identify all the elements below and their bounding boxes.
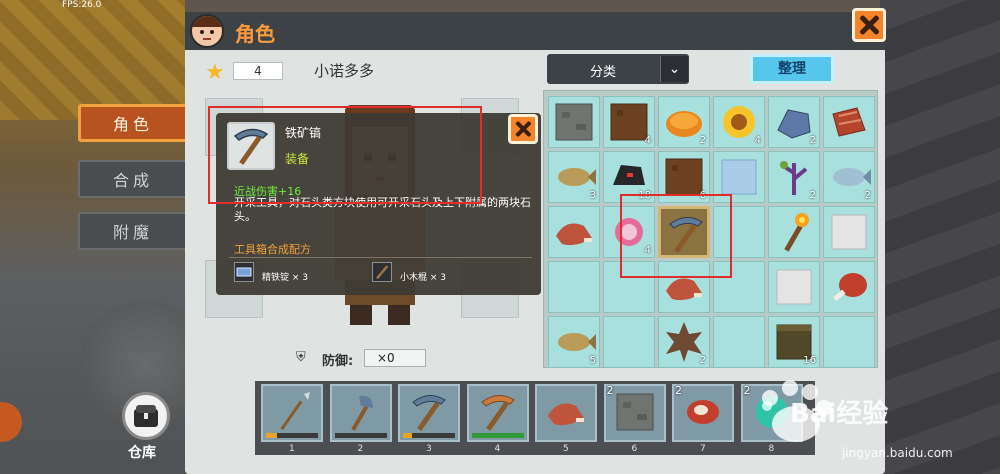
item-count: 16 bbox=[803, 355, 816, 366]
copper-pickaxe-icon bbox=[476, 390, 520, 438]
baidu-watermark: Bai经验 bbox=[790, 399, 889, 429]
warehouse-button[interactable] bbox=[122, 392, 170, 440]
tooltip-divider bbox=[229, 257, 532, 258]
inventory-slot[interactable]: 16 bbox=[768, 316, 820, 368]
white-block-icon bbox=[827, 210, 871, 258]
item-count: 4 bbox=[644, 135, 651, 146]
stone-icon bbox=[613, 390, 657, 438]
item-count: 2 bbox=[699, 135, 706, 146]
item-count: 2 bbox=[809, 135, 816, 146]
inventory-slot[interactable]: 4 bbox=[603, 96, 655, 148]
tooltip-recipe-title: 工具箱合成配方 bbox=[234, 243, 311, 256]
hotbar-slot[interactable] bbox=[535, 384, 597, 442]
inventory-slot[interactable]: 2 bbox=[658, 316, 710, 368]
stick-icon bbox=[372, 262, 392, 282]
inventory-slot[interactable]: 2 bbox=[823, 151, 875, 203]
inventory-slot[interactable] bbox=[548, 206, 600, 258]
tab-enchant[interactable]: 附魔 bbox=[78, 212, 188, 250]
hotbar-slot-number: 4 bbox=[494, 444, 501, 454]
player-level: 4 bbox=[233, 62, 283, 80]
dirt-terrain bbox=[0, 0, 185, 120]
close-button[interactable] bbox=[852, 8, 886, 42]
hotbar-slot[interactable] bbox=[398, 384, 460, 442]
tooltip-close-button[interactable] bbox=[508, 114, 538, 144]
hotbar-slot-number: 7 bbox=[700, 444, 706, 454]
inventory-slot[interactable]: 2 bbox=[658, 96, 710, 148]
tab-crafting[interactable]: 合成 bbox=[78, 160, 188, 198]
tooltip-material: 小木棍 × 3 bbox=[400, 273, 446, 283]
white-block-icon bbox=[772, 265, 816, 313]
inventory-slot[interactable]: 2 bbox=[768, 96, 820, 148]
sort-button[interactable]: 整理 bbox=[750, 54, 834, 84]
inventory-slot[interactable] bbox=[548, 261, 600, 313]
item-count: 3 bbox=[589, 190, 596, 201]
axe-icon bbox=[339, 390, 383, 438]
torch-icon bbox=[772, 210, 816, 258]
ham-icon bbox=[544, 390, 588, 438]
item-count: 2 bbox=[809, 190, 816, 201]
hotbar-slot-number: 3 bbox=[426, 444, 432, 454]
durability-bar bbox=[266, 433, 318, 438]
item-count: 2 bbox=[864, 190, 871, 201]
iron-ingot-icon bbox=[234, 262, 254, 282]
tab-character[interactable]: 角色 bbox=[78, 104, 188, 142]
item-count: 2 bbox=[606, 384, 614, 397]
highlight-box bbox=[620, 194, 732, 278]
item-count: 2 bbox=[699, 355, 706, 366]
inventory-slot[interactable] bbox=[823, 316, 875, 368]
inventory-slot[interactable] bbox=[548, 96, 600, 148]
avatar bbox=[190, 14, 224, 48]
tooltip-material: 精铁锭 × 3 bbox=[262, 273, 308, 283]
baidu-watermark-url: jingyan.baidu.com bbox=[842, 446, 953, 460]
hotbar-slot-number: 1 bbox=[289, 444, 295, 454]
chevron-down-icon[interactable]: ⌄ bbox=[660, 56, 688, 82]
highlight-box bbox=[208, 106, 482, 204]
ham-icon bbox=[552, 210, 596, 258]
meat-icon bbox=[827, 100, 871, 148]
hotbar-slot[interactable] bbox=[466, 384, 529, 442]
hotbar-slot-number: 2 bbox=[357, 444, 364, 454]
close-icon bbox=[514, 120, 532, 138]
inventory-slot[interactable] bbox=[823, 261, 875, 313]
steak-icon bbox=[681, 390, 725, 438]
warehouse-label: 仓库 bbox=[128, 445, 156, 461]
item-count: 5 bbox=[589, 355, 596, 366]
category-label: 分类 bbox=[590, 65, 617, 80]
inventory-slot[interactable]: 2 bbox=[768, 151, 820, 203]
hotbar-slot-number: 5 bbox=[563, 444, 569, 454]
durability-bar bbox=[403, 433, 455, 438]
durability-bar bbox=[471, 433, 524, 438]
chest-icon bbox=[134, 405, 158, 427]
inventory-slot[interactable] bbox=[713, 316, 765, 368]
pickaxe-icon bbox=[407, 390, 451, 438]
panel-header: 角色 bbox=[185, 12, 885, 50]
item-count: 4 bbox=[754, 135, 761, 146]
inventory-slot[interactable] bbox=[768, 206, 820, 258]
hotbar-slot[interactable] bbox=[329, 384, 392, 442]
durability-bar bbox=[334, 433, 387, 438]
star-icon: ★ bbox=[205, 60, 225, 85]
player-name: 小诺多多 bbox=[314, 62, 375, 80]
inventory-slot[interactable] bbox=[823, 206, 875, 258]
hotbar-slot[interactable] bbox=[261, 384, 323, 442]
spear-icon bbox=[270, 390, 314, 438]
inventory-slot[interactable] bbox=[603, 316, 655, 368]
close-icon bbox=[858, 14, 880, 36]
defense-label: 防御: bbox=[322, 354, 354, 369]
stone-icon bbox=[552, 100, 596, 148]
inventory-slot[interactable] bbox=[768, 261, 820, 313]
hotbar-slot-number: 6 bbox=[631, 444, 638, 454]
inventory-slot[interactable]: 3 bbox=[548, 151, 600, 203]
inventory-slot[interactable]: 4 bbox=[713, 96, 765, 148]
panel-title: 角色 bbox=[235, 22, 275, 46]
defense-value: ×0 bbox=[364, 349, 426, 367]
shield-icon: ⛨ bbox=[296, 350, 306, 365]
inventory-slot[interactable]: 5 bbox=[548, 316, 600, 368]
inventory-slot[interactable] bbox=[823, 96, 875, 148]
item-count: 2 bbox=[675, 384, 682, 397]
fps-counter: FPS:26.0 bbox=[62, 0, 102, 10]
meat-leg-icon bbox=[827, 265, 871, 313]
